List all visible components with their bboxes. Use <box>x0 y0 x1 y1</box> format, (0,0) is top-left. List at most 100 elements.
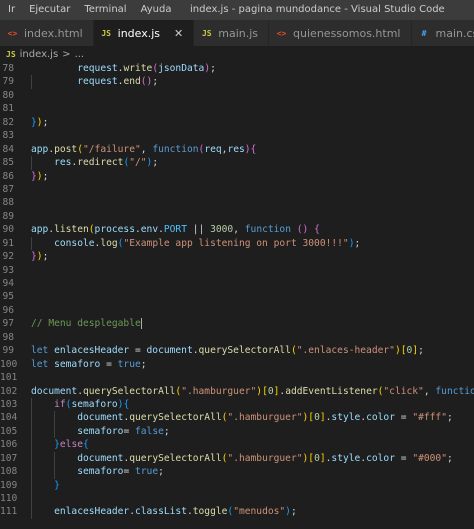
code-token: = <box>100 358 118 370</box>
code-token: querySelectorAll <box>129 452 222 464</box>
line-number: 101 <box>0 372 18 384</box>
code-line[interactable]: 90 app.listen(process.env.PORT || 3000, f… <box>0 223 474 236</box>
code-line[interactable]: 85 res.redirect("/"); <box>0 156 474 170</box>
code-line[interactable]: 111 enlacesHeader.classList.toggle("menu… <box>0 505 474 519</box>
code-token: ".hamburguer" <box>227 452 303 464</box>
code-line[interactable]: 106 }else{ <box>0 438 474 452</box>
line-number: 100 <box>0 358 18 370</box>
code-text: }); <box>31 170 48 183</box>
html-file-icon: <> <box>276 28 287 38</box>
tab-index-html[interactable]: <> index.html <box>0 20 94 46</box>
code-token: "/" <box>129 157 147 169</box>
breadcrumb-file[interactable]: index.js <box>20 49 59 60</box>
code-line[interactable]: 94 <box>0 277 474 290</box>
code-line[interactable]: 100 let semaforo = true; <box>0 358 474 371</box>
line-number: 82 <box>2 116 14 128</box>
code-line[interactable]: 82}); <box>0 116 474 129</box>
code-text: app.post("/failure", function(req,res){ <box>31 143 256 156</box>
code-editor[interactable]: 78 request.write(jsonData); 79 request.en… <box>0 62 474 529</box>
code-token: = <box>394 412 413 424</box>
code-line[interactable]: 99 let enlacesHeader = document.querySele… <box>0 344 474 357</box>
code-token: ; <box>210 63 216 74</box>
line-number: 79 <box>2 76 14 88</box>
line-number: 86 <box>2 170 14 182</box>
tab-quienessomos-html[interactable]: <> quienessomos.html <box>269 20 412 46</box>
breadcrumb-separator: > <box>62 48 71 60</box>
code-token: else <box>59 439 83 451</box>
code-token: color <box>366 452 395 464</box>
code-line[interactable]: 98 <box>0 331 474 344</box>
code-token: ; <box>42 170 49 182</box>
code-token: true <box>117 358 141 370</box>
line-number: 99 <box>2 345 14 357</box>
code-token: classList <box>134 506 187 518</box>
code-line[interactable]: 108 semaforo= true; <box>0 465 474 479</box>
line-number: 93 <box>2 264 14 276</box>
code-token: , <box>423 385 436 397</box>
code-line[interactable]: 104 document.querySelectorAll(".hamburgu… <box>0 411 474 425</box>
close-icon[interactable]: ✕ <box>174 27 183 40</box>
code-line[interactable]: 102 document.querySelectorAll(".hamburgue… <box>0 385 474 398</box>
menu-ir[interactable]: Ir <box>0 0 22 20</box>
code-line[interactable]: 83 <box>0 129 474 142</box>
code-line[interactable]: 89 <box>0 210 474 223</box>
code-line[interactable]: 80 <box>0 89 474 102</box>
code-line[interactable]: 101 <box>0 371 474 384</box>
menu-terminal[interactable]: Terminal <box>77 0 133 20</box>
line-number: 81 <box>2 103 14 115</box>
code-line[interactable]: 88 <box>0 196 474 209</box>
code-token: ; <box>163 425 170 437</box>
code-line[interactable]: 92}); <box>0 250 474 263</box>
code-token: ".hamburguer" <box>227 412 303 424</box>
js-file-icon: JS <box>6 49 16 59</box>
code-line[interactable]: 107 document.querySelectorAll(".hamburgu… <box>0 451 474 466</box>
code-token: write <box>123 63 153 74</box>
line-number: 83 <box>2 130 14 142</box>
code-token: ".hamburguer" <box>181 385 257 397</box>
code-line[interactable]: 81 <box>0 102 474 115</box>
code-token: env <box>140 224 159 236</box>
code-line[interactable]: 91 console.log("Example app listening on… <box>0 236 474 251</box>
code-token: PORT <box>163 224 187 236</box>
code-line[interactable]: 79 request.end(); <box>0 75 474 89</box>
code-line[interactable]: 96 <box>0 304 474 317</box>
code-token: { <box>314 224 320 236</box>
code-text: let enlacesHeader = document.querySelect… <box>31 344 424 357</box>
code-text: document.querySelectorAll(".hamburguer")… <box>31 411 453 424</box>
code-token: listen <box>54 224 89 236</box>
tab-index-js[interactable]: JS index.js ✕ <box>93 20 195 46</box>
breadcrumb-rest[interactable]: ... <box>75 49 85 60</box>
code-token: semaforo <box>71 398 118 410</box>
code-token: "#fff" <box>412 412 447 424</box>
code-line[interactable]: 78 request.write(jsonData); <box>0 62 474 75</box>
line-number: 92 <box>2 251 14 263</box>
code-line[interactable]: 86}); <box>0 170 474 183</box>
code-line[interactable]: 87 <box>0 183 474 196</box>
code-line[interactable]: 93 <box>0 264 474 277</box>
code-line[interactable]: 110 <box>0 492 474 506</box>
code-token: 3000 <box>210 224 234 236</box>
line-number: 103 <box>0 398 18 410</box>
code-token: res <box>54 157 72 169</box>
code-line[interactable]: 95 <box>0 290 474 303</box>
code-line[interactable]: 103 if(semaforo){ <box>0 397 474 412</box>
code-line[interactable]: 84 app.post("/failure", function(req,res)… <box>0 143 474 156</box>
line-number: 84 <box>2 143 14 155</box>
code-line[interactable]: 97 // Menu desplegable <box>0 317 474 330</box>
code-token: } <box>54 479 60 491</box>
code-line[interactable]: 109 } <box>0 478 474 492</box>
breadcrumb: JS index.js > ... <box>0 46 474 62</box>
menu-ejecutar[interactable]: Ejecutar <box>22 0 77 20</box>
line-number: 87 <box>2 183 14 195</box>
code-line[interactable]: 105 semaforo= false; <box>0 424 474 439</box>
tab-main-css[interactable]: # main.css <box>411 20 474 46</box>
js-file-icon: JS <box>201 28 212 38</box>
code-text: document.querySelectorAll(".hamburguer")… <box>31 385 474 398</box>
menu-ayuda[interactable]: Ayuda <box>134 0 179 20</box>
code-token: console <box>54 237 95 249</box>
tab-main-js[interactable]: JS main.js <box>194 20 270 46</box>
code-token: style <box>331 452 361 464</box>
